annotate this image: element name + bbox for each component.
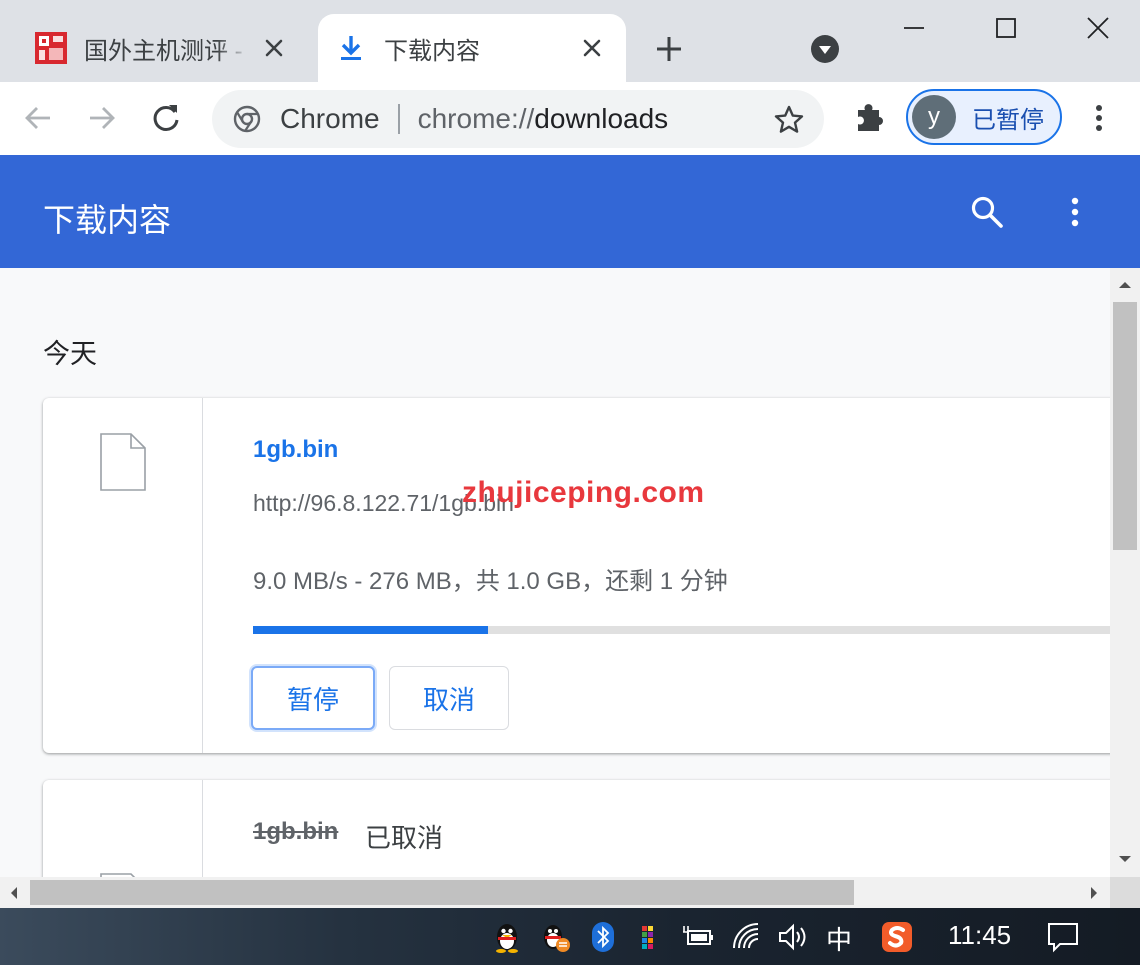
profile-sync-status: 已暂停 [972,106,1044,134]
avatar: y [912,95,956,139]
browser-toolbar: Chrome chrome://downloads y 已暂停 [0,82,1140,155]
volume-speaker-icon[interactable] [776,920,810,954]
download-item: 1gb.bin 已取消 [43,780,1110,877]
action-center-notification-icon[interactable] [1046,920,1080,954]
file-icon [100,433,146,491]
extensions-puzzle-icon[interactable] [852,100,888,136]
wifi-icon[interactable] [730,920,764,954]
pause-button[interactable]: 暂停 [251,666,375,730]
downloads-header: 下载内容 [0,155,1140,268]
qq-penguin-icon[interactable] [490,920,524,954]
omnibox-url[interactable]: chrome://downloads [418,103,669,135]
minimize-window-icon[interactable] [896,10,932,46]
url-scheme: chrome:// [417,103,535,134]
horizontal-scrollbar[interactable] [0,877,1110,908]
downloads-list: 今天 1gb.bin http://96.8.122.71/1gb.bin 9.… [0,268,1110,877]
tab-search-dropdown-icon[interactable] [809,33,841,65]
scroll-down-arrow-icon[interactable] [1117,851,1133,867]
bookmark-star-icon[interactable] [772,103,806,137]
reload-icon[interactable] [148,100,184,136]
clock[interactable]: 11:45 [948,920,1011,951]
download-icon [341,36,361,60]
download-progress-bar [253,626,1110,634]
ime-language-indicator[interactable]: 中 [826,920,852,957]
more-options-icon[interactable] [1060,193,1090,231]
vertical-scroll-thumb[interactable] [1113,302,1137,550]
scroll-right-arrow-icon[interactable] [1086,885,1102,901]
page-title: 下载内容 [43,202,172,238]
tab-zhujiceping[interactable]: 国外主机测评 - 国外VPS [18,14,308,82]
search-icon[interactable] [968,193,1006,231]
qq-message-icon[interactable] [538,920,572,954]
close-tab-icon[interactable] [260,34,288,62]
download-state-label: 已取消 [365,823,444,853]
address-bar[interactable]: Chrome chrome://downloads [212,90,824,148]
forward-arrow-icon[interactable] [84,100,120,136]
chrome-menu-icon[interactable] [1083,100,1115,136]
scroll-left-arrow-icon[interactable] [6,885,22,901]
vertical-scrollbar[interactable] [1110,268,1140,877]
omnibox-divider [397,104,400,134]
close-tab-icon[interactable] [578,34,606,62]
download-progress-fill [253,626,488,634]
tab-title: 下载内容 [384,37,480,65]
bluetooth-icon[interactable] [586,920,620,954]
download-status-text: 9.0 MB/s - 276 MB，共 1.0 GB，还剩 1 分钟 [253,568,728,595]
profile-button[interactable]: y 已暂停 [906,89,1062,145]
file-icon-column [43,780,203,877]
tab-strip: 国外主机测评 - 国外VPS 下载内容 [0,0,1140,82]
omnibox-chip: Chrome [280,103,380,134]
watermark: zhujiceping.com [462,476,705,509]
file-icon-column [43,398,203,753]
color-app-tray-icon[interactable] [634,920,668,954]
horizontal-scroll-thumb[interactable] [30,880,854,905]
tab-downloads[interactable]: 下载内容 [318,14,626,82]
maximize-window-icon[interactable] [988,10,1024,46]
cancel-button[interactable]: 取消 [389,666,509,730]
windows-taskbar: 中 11:45 [0,908,1140,965]
sogou-input-icon[interactable] [880,920,914,954]
scrollbar-corner [1110,877,1140,908]
chrome-logo-icon [233,105,261,133]
date-section-label: 今天 [43,339,97,369]
close-window-icon[interactable] [1080,10,1116,46]
download-item: 1gb.bin http://96.8.122.71/1gb.bin 9.0 M… [43,398,1110,753]
scroll-up-arrow-icon[interactable] [1117,277,1133,293]
battery-charging-icon[interactable] [682,920,716,954]
zhujiceping-favicon-icon [35,32,67,64]
file-name-cancelled[interactable]: 1gb.bin [253,818,338,846]
url-path: downloads [534,103,669,134]
back-arrow-icon[interactable] [20,100,56,136]
tab-title: 国外主机测评 - 国外VPS [84,37,250,65]
file-name-link[interactable]: 1gb.bin [253,436,338,464]
new-tab-plus-icon[interactable] [652,32,686,66]
